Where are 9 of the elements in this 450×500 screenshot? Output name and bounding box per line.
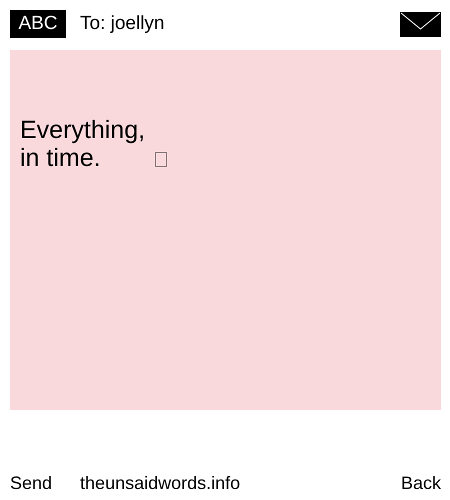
send-softkey[interactable]: Send: [10, 473, 52, 494]
input-mode-indicator: ABC: [10, 10, 66, 38]
recipient-label: To: joellyn: [80, 13, 166, 35]
back-softkey[interactable]: Back: [400, 473, 441, 494]
message-area[interactable]: Everything, in time.: [10, 50, 441, 410]
message-text: Everything, in time.: [20, 116, 146, 172]
cursor-icon: [155, 152, 168, 167]
envelope-icon[interactable]: [400, 12, 441, 36]
website-label: theunsaidwords.info: [80, 473, 242, 494]
